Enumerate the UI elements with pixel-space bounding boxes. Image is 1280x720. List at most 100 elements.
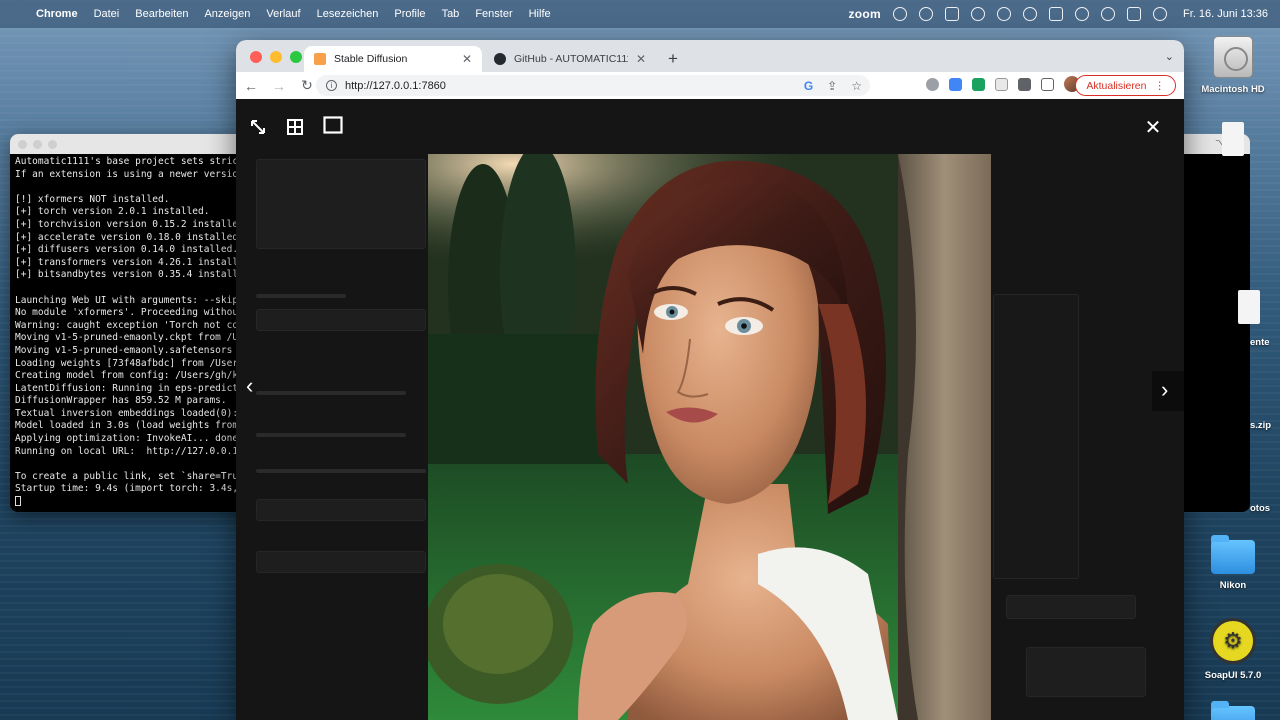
tab-stable-diffusion[interactable]: Stable Diffusion ✕ <box>304 46 482 72</box>
url-text[interactable]: http://127.0.0.1:7860 <box>345 80 446 92</box>
bookmark-star-icon[interactable]: ☆ <box>851 79 862 93</box>
more-options-icon: ⋮ <box>1154 79 1166 92</box>
user-status-icon[interactable] <box>1023 7 1037 21</box>
extensions-row <box>926 76 1080 92</box>
folder-icon <box>1211 535 1255 574</box>
github-favicon-icon <box>494 53 506 65</box>
portrait-artwork <box>428 154 991 720</box>
spotlight-search-icon[interactable] <box>1101 7 1115 21</box>
menu-fenster[interactable]: Fenster <box>475 8 512 20</box>
menu-bearbeiten[interactable]: Bearbeiten <box>135 8 188 20</box>
desktop-icon-folder[interactable] <box>1193 701 1273 720</box>
forward-button[interactable]: → <box>272 78 286 94</box>
menu-profile[interactable]: Profile <box>394 8 425 20</box>
dimmed-output-image <box>993 294 1079 579</box>
google-icon[interactable]: G <box>804 79 813 93</box>
tab-title: GitHub - AUTOMATIC1111/stab <box>514 53 628 65</box>
dimmed-buttons <box>1026 647 1146 697</box>
folder-icon <box>1211 701 1255 720</box>
menu-bar-status-area: zoom Fr. 16. Juni 13:36 <box>848 0 1268 28</box>
dimmed-thumbnails <box>1006 595 1136 619</box>
window-close-button[interactable] <box>250 51 262 63</box>
terminal-zoom-button[interactable] <box>48 139 57 149</box>
tab-strip: Stable Diffusion ✕ GitHub - AUTOMATIC111… <box>236 40 1184 72</box>
omnibox-actions: G ⇪ ☆ <box>804 75 862 96</box>
dimmed-panel <box>256 499 426 521</box>
extensions-puzzle-icon[interactable] <box>1018 77 1031 91</box>
siri-icon[interactable] <box>1153 7 1167 21</box>
tab-title: Stable Diffusion <box>334 53 408 65</box>
desktop-icon-label[interactable]: otos <box>1250 503 1270 514</box>
hard-drive-icon <box>1213 36 1253 78</box>
side-panel-icon[interactable] <box>1041 77 1054 91</box>
previous-image-button[interactable]: ‹ <box>246 373 253 399</box>
webui-page: ✕ ‹ › <box>236 99 1184 720</box>
dimmed-slider <box>256 433 406 437</box>
window-minimize-button[interactable] <box>270 51 282 63</box>
menu-datei[interactable]: Datei <box>94 8 120 20</box>
document-icon[interactable] <box>1238 290 1260 324</box>
status-icon-2[interactable] <box>919 7 933 21</box>
menu-app-name[interactable]: Chrome <box>36 8 78 20</box>
desktop-icon-macintosh-hd[interactable]: Macintosh HD <box>1193 36 1273 95</box>
tile-view-icon[interactable] <box>283 115 307 139</box>
dimmed-slider <box>256 469 426 473</box>
document-icon[interactable] <box>1222 122 1244 156</box>
terminal-cursor <box>15 496 21 507</box>
next-arrow-icon: › <box>1161 377 1169 402</box>
translate-extension-icon[interactable] <box>949 77 962 91</box>
battery-icon[interactable] <box>1049 7 1063 21</box>
status-icon-1[interactable] <box>893 7 907 21</box>
macos-menu-bar: Chrome Datei Bearbeiten Anzeigen Verlauf… <box>0 0 1280 28</box>
tab-search-chevron-icon[interactable]: ⌄ <box>1165 50 1174 63</box>
play-status-icon[interactable] <box>971 7 985 21</box>
stable-diffusion-favicon-icon <box>314 53 326 65</box>
time-machine-icon[interactable] <box>997 7 1011 21</box>
soapui-app-icon: ⚙ <box>1210 618 1256 664</box>
dimmed-panel <box>256 159 426 249</box>
desktop-icon-label[interactable]: ente <box>1250 337 1270 348</box>
window-controls <box>250 51 302 63</box>
desktop-icon-label[interactable]: s.zip <box>1250 420 1271 431</box>
update-chrome-button[interactable]: Aktualisieren ⋮ <box>1075 75 1176 96</box>
window-zoom-button[interactable] <box>290 51 302 63</box>
fullscreen-toggle-icon[interactable] <box>246 115 270 139</box>
share-icon[interactable]: ⇪ <box>827 79 837 93</box>
desktop-icon-nikon[interactable]: Nikon <box>1193 535 1273 591</box>
extension-icon-3[interactable] <box>972 77 985 91</box>
zoom-fit-icon[interactable] <box>321 113 345 137</box>
menu-anzeigen[interactable]: Anzeigen <box>204 8 250 20</box>
menu-bar-clock[interactable]: Fr. 16. Juni 13:36 <box>1183 8 1268 20</box>
chrome-window[interactable]: Stable Diffusion ✕ GitHub - AUTOMATIC111… <box>236 40 1184 720</box>
new-tab-button[interactable]: + <box>668 49 678 69</box>
back-button[interactable]: ← <box>244 78 258 94</box>
status-icon-3[interactable] <box>945 7 959 21</box>
extension-icon-1[interactable] <box>926 77 939 91</box>
site-info-icon[interactable]: i <box>326 80 337 91</box>
tab-github[interactable]: GitHub - AUTOMATIC1111/stab ✕ <box>484 46 656 72</box>
browser-toolbar: ← → ↻ i http://127.0.0.1:7860 G ⇪ ☆ Aktu… <box>236 72 1184 99</box>
update-button-label: Aktualisieren <box>1086 79 1147 92</box>
terminal-minimize-button[interactable] <box>33 139 42 149</box>
menu-hilfe[interactable]: Hilfe <box>529 8 551 20</box>
terminal-close-button[interactable] <box>18 139 27 149</box>
menu-verlauf[interactable]: Verlauf <box>266 8 300 20</box>
lightbox-close-button[interactable]: ✕ <box>1141 115 1165 139</box>
extension-icon-4[interactable] <box>995 77 1008 91</box>
address-bar[interactable]: i http://127.0.0.1:7860 G ⇪ ☆ <box>316 75 870 96</box>
wifi-icon[interactable] <box>1075 7 1089 21</box>
dimmed-bar <box>256 294 346 298</box>
reload-button[interactable]: ↻ <box>300 77 314 94</box>
tab-close-icon[interactable]: ✕ <box>462 52 472 66</box>
generated-image-portrait[interactable] <box>428 154 991 720</box>
desktop-icon-soapui[interactable]: ⚙ SoapUI 5.7.0 <box>1193 618 1273 681</box>
dimmed-panel <box>256 551 426 573</box>
next-image-button[interactable]: › <box>1152 371 1184 411</box>
lightbox-toolbar: ✕ <box>236 99 1184 153</box>
zoom-status-icon[interactable]: zoom <box>848 7 881 21</box>
dimmed-slider <box>256 391 406 395</box>
menu-tab[interactable]: Tab <box>442 8 460 20</box>
tab-close-icon[interactable]: ✕ <box>636 52 646 66</box>
control-center-icon[interactable] <box>1127 7 1141 21</box>
menu-lesezeichen[interactable]: Lesezeichen <box>317 8 379 20</box>
